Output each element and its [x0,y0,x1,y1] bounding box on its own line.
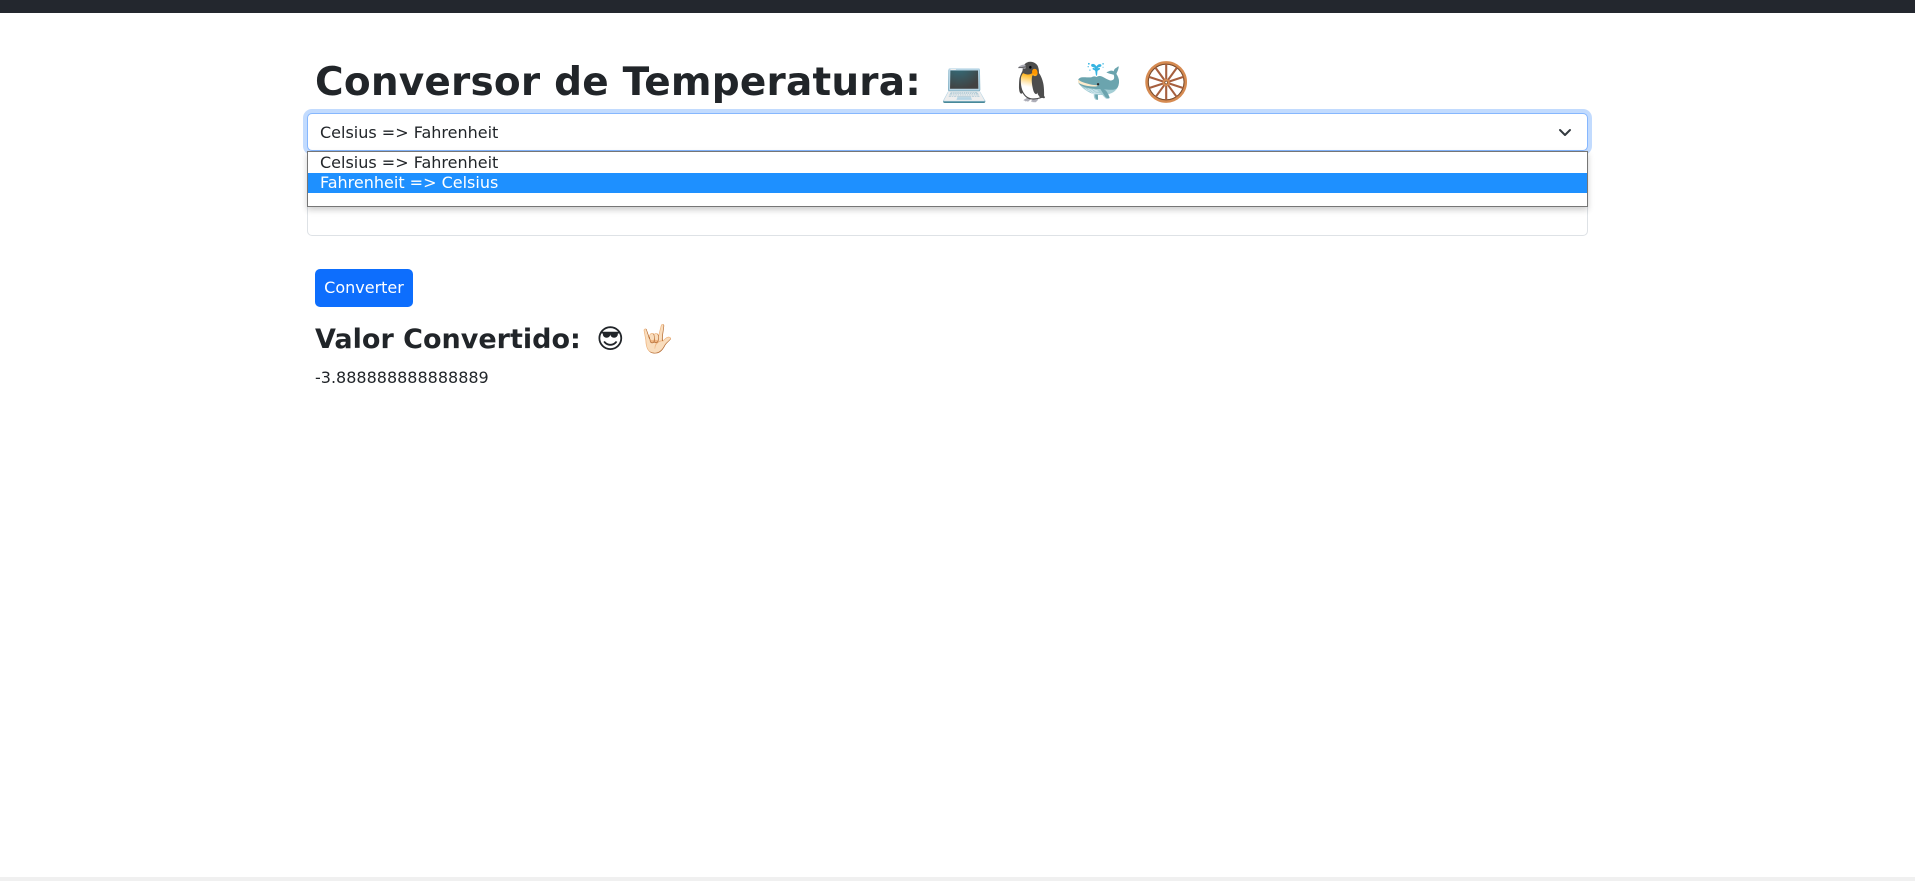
option-celsius-to-fahrenheit[interactable]: Celsius => Fahrenheit [308,153,1587,173]
page-title: Conversor de Temperatura: 💻 🐧 🐳 🛞 [315,57,1190,108]
option-fahrenheit-to-celsius[interactable]: Fahrenheit => Celsius [308,173,1587,193]
love-you-gesture-icon: 🤟🏻 [639,324,674,355]
whale-icon: 🐳 [1075,60,1123,104]
result-title-text: Valor Convertido: [315,324,581,355]
laptop-icon: 💻 [940,60,989,104]
browser-top-bar [0,0,1915,13]
conversion-type-select[interactable]: Celsius => Fahrenheit [307,113,1588,151]
page-title-text: Conversor de Temperatura: [315,60,922,105]
convert-button[interactable]: Converter [315,269,413,307]
select-dropdown-list: Celsius => Fahrenheit Fahrenheit => Cels… [307,151,1588,207]
wheel-icon: 🛞 [1142,60,1191,104]
chevron-down-icon [1559,129,1571,136]
penguin-icon: 🐧 [1008,60,1056,104]
result-title: Valor Convertido: 😎 🤟🏻 [315,321,673,359]
sunglasses-face-icon: 😎 [596,324,625,355]
select-current-value: Celsius => Fahrenheit [320,123,499,142]
bottom-divider [0,877,1915,881]
converted-value: -3.888888888888889 [315,368,489,387]
